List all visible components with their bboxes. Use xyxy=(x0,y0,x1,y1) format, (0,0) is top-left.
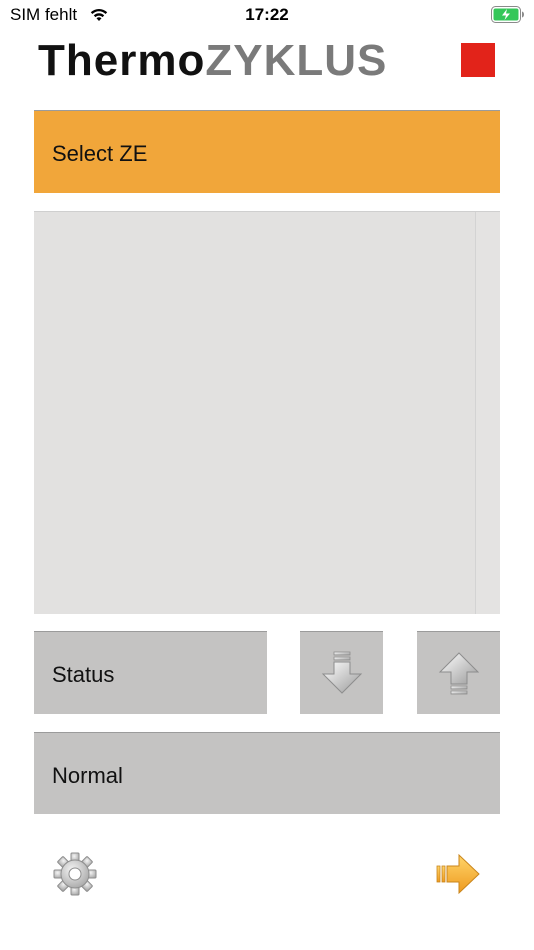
arrow-right-icon[interactable] xyxy=(435,852,481,896)
mode-field[interactable]: Normal xyxy=(34,732,500,814)
gear-icon[interactable] xyxy=(52,852,98,896)
arrow-down-icon xyxy=(321,651,363,694)
logo-red-square xyxy=(461,43,495,77)
ze-list[interactable] xyxy=(34,211,500,614)
move-up-button[interactable] xyxy=(417,631,500,714)
select-ze-header[interactable]: Select ZE xyxy=(34,110,500,193)
select-ze-label: Select ZE xyxy=(52,141,148,166)
mode-label: Normal xyxy=(52,763,123,788)
clock: 17:22 xyxy=(245,5,289,24)
status-field: Status xyxy=(34,631,267,714)
status-label: Status xyxy=(52,662,115,687)
logo-thermo-text: Thermo xyxy=(38,36,206,85)
logo-zyklus-text: ZYKLUS xyxy=(205,36,388,85)
arrow-up-icon xyxy=(438,652,480,695)
app-logo: ThermoZYKLUS xyxy=(38,38,498,84)
status-bar: SIM fehlt 17:22 xyxy=(0,0,534,30)
battery-charging-icon xyxy=(491,6,524,23)
move-down-button[interactable] xyxy=(300,631,383,714)
list-scrollbar[interactable] xyxy=(475,212,500,614)
